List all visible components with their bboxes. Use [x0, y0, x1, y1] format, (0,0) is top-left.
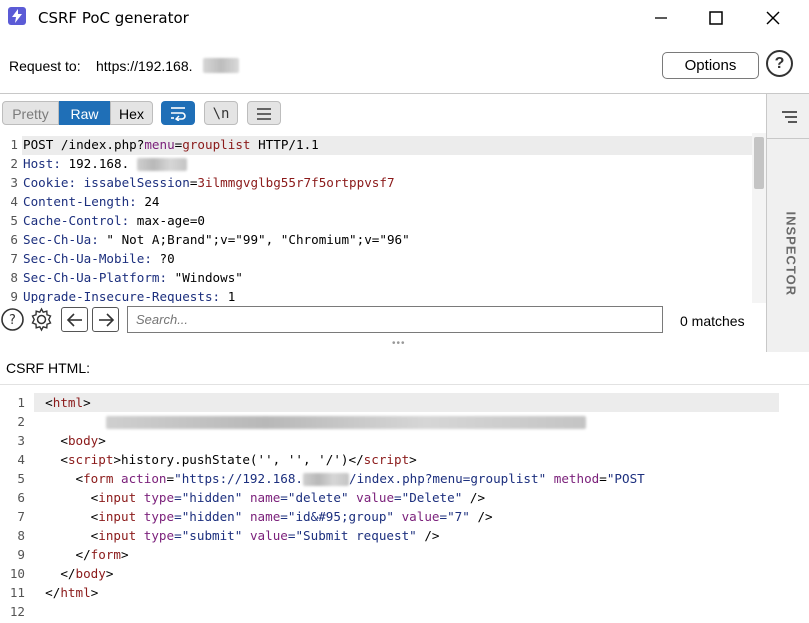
code-line: 5 Cache-Control: max-age=0	[10, 213, 205, 228]
code-line: 12	[9, 604, 25, 619]
search-input[interactable]	[127, 306, 663, 333]
divider	[0, 384, 809, 385]
help-icon[interactable]: ?	[0, 307, 25, 332]
redacted-ip	[203, 58, 239, 73]
code-line: 9 </form>	[17, 547, 129, 562]
hamburger-icon	[257, 108, 271, 120]
tab-pretty[interactable]: Pretty	[2, 101, 59, 125]
code-line: 1 <html>	[17, 395, 91, 410]
settings-gear-icon[interactable]	[29, 307, 54, 332]
inspector-panel[interactable]: INSPECTOR	[766, 94, 809, 352]
current-line-highlight	[34, 393, 779, 412]
code-line: 1 POST /index.php?menu=grouplist HTTP/1.1	[10, 137, 319, 152]
title-bar: CSRF PoC generator	[0, 0, 809, 36]
redacted-ip	[136, 158, 187, 171]
maximize-button[interactable]	[693, 4, 739, 32]
request-editor[interactable]: 1 POST /index.php?menu=grouplist HTTP/1.1…	[0, 133, 752, 303]
burp-lightning-icon	[8, 7, 26, 25]
code-line: 6 Sec-Ch-Ua: " Not A;Brand";v="99", "Chro…	[10, 232, 410, 247]
code-line: 10 </body>	[9, 566, 114, 581]
request-url: https://192.168.	[96, 58, 193, 74]
arrow-right-icon	[99, 313, 115, 327]
divider	[767, 138, 809, 139]
code-line: 5 <form action="https://192.168./index.p…	[17, 471, 645, 486]
help-button[interactable]: ?	[766, 50, 793, 77]
request-target-bar: Request to: https://192.168. Options ?	[0, 40, 809, 90]
search-bar: ? 0 matches	[0, 303, 766, 337]
code-line: 7 Sec-Ch-Ua-Mobile: ?0	[10, 251, 175, 266]
code-line: 6 <input type="hidden" name="delete" val…	[17, 490, 486, 505]
editor-menu-button[interactable]	[247, 101, 281, 125]
code-line: 7 <input type="hidden" name="id&#95;grou…	[17, 509, 493, 524]
csrf-html-editor[interactable]: 1 <html> 2 3 <body> 4 <script>history.pu…	[0, 393, 809, 623]
code-line: 8 <input type="submit" value="Submit req…	[17, 528, 440, 543]
wrap-icon	[171, 107, 186, 122]
show-newlines-button[interactable]: \n	[204, 101, 238, 125]
svg-text:?: ?	[9, 313, 16, 328]
close-button[interactable]	[750, 4, 796, 32]
minimize-button[interactable]	[638, 4, 684, 32]
code-line: 3 Cookie: issabelSession=3ilmmgvglbg55r7f…	[10, 175, 395, 190]
tab-raw[interactable]: Raw	[59, 101, 110, 125]
redacted-content	[105, 416, 586, 429]
inspector-tab[interactable]: INSPECTOR	[784, 212, 799, 312]
csrf-html-label: CSRF HTML:	[6, 360, 90, 376]
divider	[0, 93, 809, 94]
options-button[interactable]: Options	[662, 52, 759, 79]
match-count: 0 matches	[680, 313, 745, 329]
code-line: 2 Host: 192.168.	[0, 154, 187, 173]
code-line: 4 Content-Length: 24	[10, 194, 160, 209]
editor-toolbar: Pretty Raw Hex \n	[0, 96, 766, 130]
window-title: CSRF PoC generator	[38, 9, 189, 27]
next-match-button[interactable]	[92, 307, 119, 332]
code-line: 11 </html>	[9, 585, 99, 600]
scrollbar-thumb[interactable]	[754, 137, 764, 189]
previous-match-button[interactable]	[61, 307, 88, 332]
code-line: 3 <body>	[17, 433, 106, 448]
request-to-label: Request to:	[9, 58, 81, 74]
tab-hex[interactable]: Hex	[110, 101, 153, 125]
code-line: 4 <script>history.pushState('', '', '/')…	[17, 452, 417, 467]
inspector-menu-icon[interactable]	[780, 110, 798, 124]
redacted-ip	[303, 473, 350, 486]
splitter-grip-icon[interactable]: •••	[392, 338, 406, 349]
code-line: 2	[0, 412, 586, 431]
code-line: 9 Upgrade-Insecure-Requests: 1	[10, 289, 236, 303]
wrap-lines-button[interactable]	[161, 101, 195, 125]
arrow-left-icon	[66, 313, 82, 327]
code-line: 8 Sec-Ch-Ua-Platform: "Windows"	[10, 270, 243, 285]
